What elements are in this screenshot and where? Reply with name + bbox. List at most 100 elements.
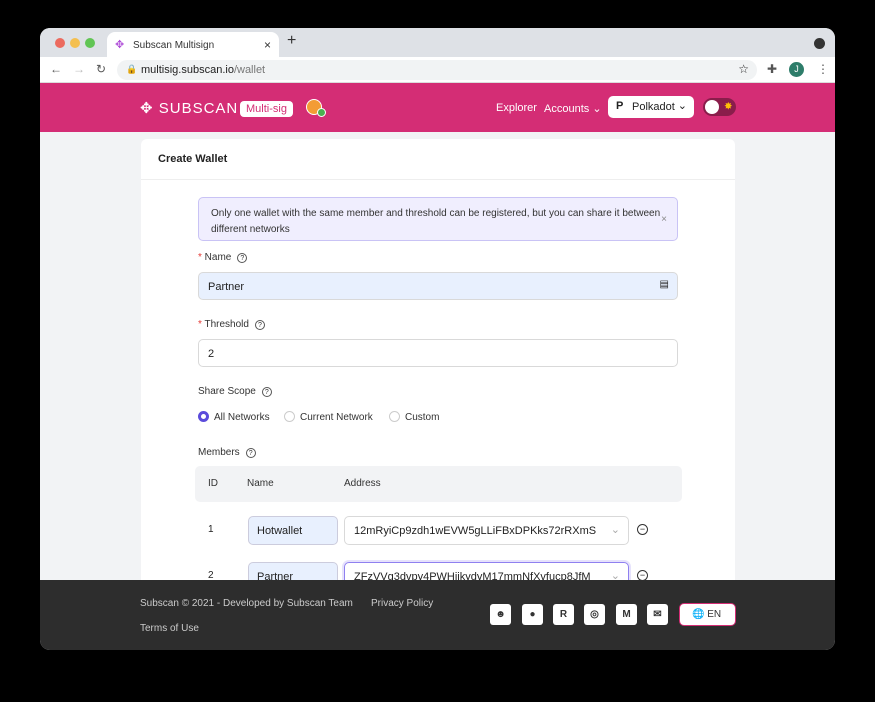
name-label: * Name? (198, 252, 248, 263)
help-icon[interactable]: ? (254, 320, 265, 330)
multisig-badge: Multi-sig (240, 101, 293, 117)
profile-avatar[interactable]: J (789, 62, 804, 77)
member-name: Hotwallet (257, 525, 303, 537)
email-icon[interactable]: ✉ (647, 604, 668, 625)
subsocial-icon[interactable]: ☻ (490, 604, 511, 625)
scope-label-text: Share Scope (198, 386, 256, 397)
member-name-input[interactable]: Partner (248, 562, 338, 580)
name-value: Partner (208, 281, 245, 293)
browser-tab[interactable]: ✥ Subscan Multisign × (107, 32, 279, 57)
chevron-down-icon: ⌄ (677, 100, 687, 112)
info-alert: Only one wallet with the same member and… (198, 197, 678, 241)
radio-label: Current Network (300, 412, 373, 423)
close-window-button[interactable] (55, 38, 65, 48)
url-path: /wallet (233, 64, 266, 76)
radio-label: All Networks (214, 412, 270, 423)
card-title: Create Wallet (141, 139, 735, 180)
column-id: ID (208, 478, 218, 489)
theme-toggle[interactable]: ✸ (703, 98, 736, 116)
contact-card-icon: ▤ (659, 279, 669, 290)
lang-code: EN (707, 609, 722, 620)
member-address: ZFzVVg3dvpy4PWHjikydyM17mmNfXvfucp8JfM (354, 571, 591, 580)
riot-icon[interactable]: R (553, 604, 574, 625)
tab-title: Subscan Multisign (133, 40, 215, 51)
network-selector[interactable]: P Polkadot ⌄ (608, 96, 694, 118)
copyright: Subscan © 2021 - Developed by Subscan Te… (140, 598, 353, 609)
subscan-logo[interactable]: ✥ SUBSCAN (140, 99, 238, 117)
maximize-window-button[interactable] (85, 38, 95, 48)
remove-member-icon[interactable]: − (637, 570, 648, 580)
lock-icon: 🔒 (126, 64, 138, 74)
help-icon[interactable]: ? (237, 253, 248, 263)
chevron-down-icon: ⌄ (592, 103, 602, 115)
medium-icon[interactable]: M (616, 604, 637, 625)
accounts-label: Accounts (544, 103, 590, 115)
member-id: 2 (208, 570, 214, 580)
tab-search-icon[interactable] (814, 38, 825, 49)
footer: Subscan © 2021 - Developed by Subscan Te… (40, 580, 835, 650)
help-icon[interactable]: ? (245, 448, 256, 458)
threshold-label: * Threshold? (198, 319, 265, 330)
address-bar: ← → ↻ 🔒 multisig.subscan.io/wallet ☆ ✚ J… (40, 57, 835, 83)
network-name: Polkadot (632, 101, 675, 113)
close-alert-icon[interactable]: × (661, 212, 667, 228)
member-id: 1 (208, 524, 214, 535)
member-row: 1 Hotwallet 12mRyiCp9zdh1wEVW5gLLiFBxDPK… (195, 516, 682, 546)
forward-icon[interactable]: → (73, 62, 85, 76)
language-selector[interactable]: 🌐 EN (679, 603, 736, 626)
member-address: 12mRyiCp9zdh1wEVW5gLLiFBxDPKks72rRXmS (354, 525, 597, 537)
threshold-label-text: Threshold (204, 319, 249, 330)
url-host: multisig.subscan.io (141, 64, 234, 76)
extensions-icon[interactable]: ✚ (767, 62, 777, 76)
alert-text: Only one wallet with the same member and… (211, 208, 661, 235)
remove-member-icon[interactable]: − (637, 524, 648, 535)
polkadot-icon: P (616, 100, 624, 112)
members-table-header: ID Name Address (195, 466, 682, 502)
name-input[interactable]: Partner ▤ (198, 272, 678, 300)
radio-current-network[interactable]: Current Network (284, 411, 373, 423)
help-icon[interactable]: ? (261, 387, 272, 397)
reload-icon[interactable]: ↻ (96, 62, 106, 76)
terms-link[interactable]: Terms of Use (140, 623, 199, 634)
chevron-down-icon: ⌄ (607, 569, 620, 580)
chevron-down-icon: ⌄ (607, 523, 620, 536)
site-header: ✥ SUBSCAN Multi-sig Explorer Accounts ⌄ … (40, 83, 835, 132)
radio-label: Custom (405, 412, 440, 423)
globe-icon: 🌐 (692, 609, 708, 620)
nav-accounts[interactable]: Accounts ⌄ (544, 102, 602, 115)
new-tab-button[interactable]: + (287, 32, 296, 50)
browser-menu-icon[interactable]: ⋮ (817, 62, 829, 76)
create-wallet-card: Create Wallet Only one wallet with the s… (141, 139, 735, 580)
bookmark-star-icon[interactable]: ☆ (738, 62, 749, 76)
name-label-text: Name (204, 252, 232, 263)
privacy-policy-link[interactable]: Privacy Policy (371, 598, 433, 609)
twitter-icon[interactable]: ● (522, 604, 543, 625)
threshold-input[interactable]: 2 (198, 339, 678, 367)
sun-icon: ✸ (724, 101, 732, 111)
subscan-favicon-icon: ✥ (115, 39, 125, 51)
radio-custom[interactable]: Custom (389, 411, 439, 423)
back-icon[interactable]: ← (50, 62, 62, 76)
logo-mark-icon: ✥ (140, 100, 159, 117)
column-name: Name (247, 478, 274, 489)
polkadot-connected-icon[interactable] (306, 99, 326, 117)
members-label-text: Members (198, 447, 240, 458)
share-scope-label: Share Scope? (198, 386, 272, 397)
browser-window: ✥ Subscan Multisign × + ← → ↻ 🔒 multisig… (40, 28, 835, 650)
member-address-select[interactable]: 12mRyiCp9zdh1wEVW5gLLiFBxDPKks72rRXmS ⌄ (344, 516, 629, 545)
column-address: Address (344, 478, 381, 489)
github-icon[interactable]: ◎ (584, 604, 605, 625)
main-content: Create Wallet Only one wallet with the s… (40, 132, 835, 580)
threshold-value: 2 (208, 348, 215, 360)
logo-text: SUBSCAN (158, 100, 239, 117)
nav-explorer[interactable]: Explorer (496, 102, 537, 114)
member-name-input[interactable]: Hotwallet (248, 516, 338, 545)
member-name: Partner (257, 571, 294, 580)
members-label: Members? (198, 447, 256, 458)
member-row: 2 Partner ZFzVVg3dvpy4PWHjikydyM17mmNfXv… (195, 562, 682, 580)
minimize-window-button[interactable] (70, 38, 80, 48)
url-field[interactable]: 🔒 multisig.subscan.io/wallet ☆ (117, 60, 757, 80)
close-tab-icon[interactable]: × (264, 38, 271, 52)
member-address-select[interactable]: ZFzVVg3dvpy4PWHjikydyM17mmNfXvfucp8JfM ⌄ (344, 562, 629, 580)
radio-all-networks[interactable]: All Networks (198, 411, 270, 423)
